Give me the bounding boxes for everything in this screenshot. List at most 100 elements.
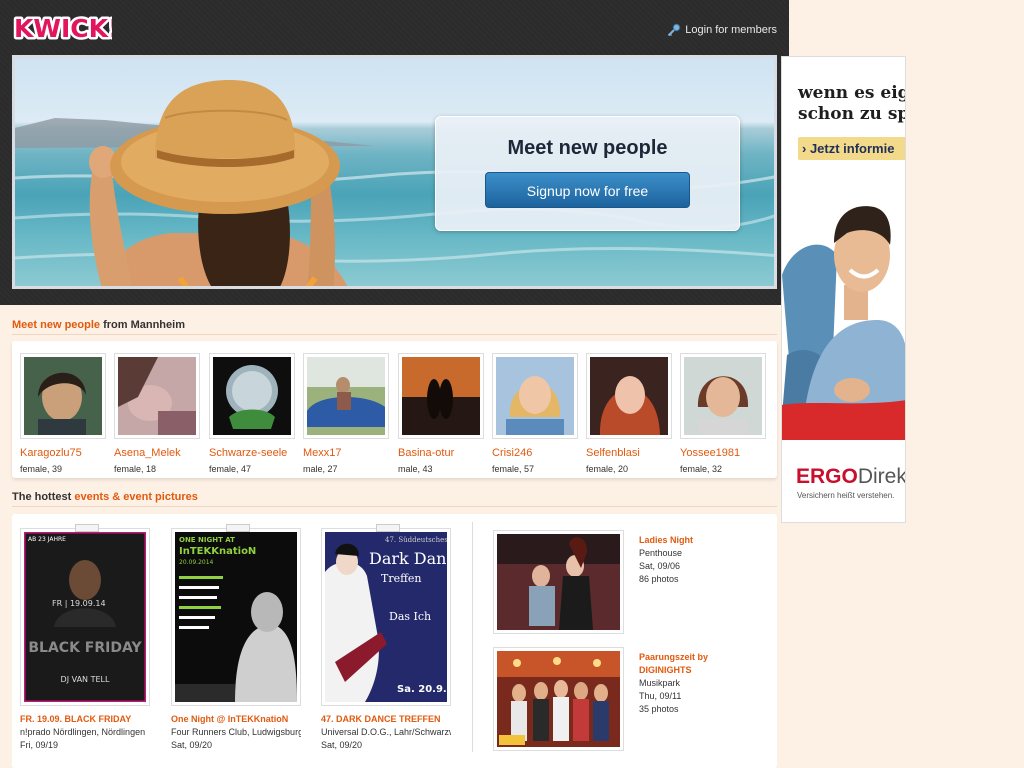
album-date: Thu, 09/11 xyxy=(639,691,682,701)
events-section-title: The hottest events & event pictures xyxy=(12,491,198,503)
svg-text:DJ VAN TELL: DJ VAN TELL xyxy=(61,675,110,684)
ad-info-button[interactable]: › Jetzt informie xyxy=(798,137,905,160)
person-info: female, 20 xyxy=(586,464,629,474)
profile-photo[interactable] xyxy=(24,357,102,435)
event-poster[interactable]: AB 23 JAHRE FR | 19.09.14 BLACK FRIDAY D… xyxy=(24,532,146,702)
svg-text:KWICK!: KWICK! xyxy=(14,14,112,43)
hero-banner: Meet new people Signup now for free xyxy=(12,55,777,289)
event-card[interactable]: 47. Süddeutsches Dark Dance Treffen Das … xyxy=(321,524,455,750)
album-photo-count: 86 photos xyxy=(639,574,679,584)
ad-dentist-photo xyxy=(782,175,905,440)
svg-text:Das Ich: Das Ich xyxy=(389,610,431,623)
svg-text:AB 23 JAHRE: AB 23 JAHRE xyxy=(28,536,66,543)
person-name[interactable]: Selfenblasi xyxy=(586,447,674,459)
signup-box: Meet new people Signup now for free xyxy=(435,116,740,231)
divider xyxy=(12,506,777,507)
person-card[interactable]: Crisi246 female, 57 xyxy=(492,353,580,474)
person-info: female, 47 xyxy=(209,464,252,474)
people-title-rest: from Mannheim xyxy=(100,319,185,331)
person-name[interactable]: Schwarze-seele xyxy=(209,447,297,459)
person-card[interactable]: Schwarze-seele female, 47 xyxy=(209,353,297,474)
person-card[interactable]: Basina-otur male, 43 xyxy=(398,353,486,474)
profile-photo[interactable] xyxy=(307,357,385,435)
person-name[interactable]: Karagozlu75 xyxy=(20,447,108,459)
profile-photo[interactable] xyxy=(590,357,668,435)
svg-text:Treffen: Treffen xyxy=(381,572,422,585)
album-photo-count: 35 photos xyxy=(639,704,679,714)
divider xyxy=(12,334,777,335)
login-link[interactable]: Login for members xyxy=(667,23,777,37)
person-info: female, 39 xyxy=(20,464,63,474)
person-info: female, 32 xyxy=(680,464,723,474)
person-card[interactable]: Asena_Melek female, 18 xyxy=(114,353,202,474)
profile-photo[interactable] xyxy=(496,357,574,435)
event-location: Universal D.O.G., Lahr/Schwarzwald xyxy=(321,727,451,737)
ad-headline-line1: wenn es eige xyxy=(798,83,905,103)
paper-clip xyxy=(75,524,99,532)
ergo-logo: ERGODirek xyxy=(796,465,906,488)
album-title[interactable]: Paarungszeit by DIGINIGHTS xyxy=(639,651,763,677)
album-cover-photo[interactable] xyxy=(497,651,620,747)
person-name[interactable]: Mexx17 xyxy=(303,447,391,459)
person-card[interactable]: Mexx17 male, 27 xyxy=(303,353,391,474)
column-separator xyxy=(472,522,473,752)
event-poster[interactable]: 47. Süddeutsches Dark Dance Treffen Das … xyxy=(325,532,447,702)
person-info: female, 18 xyxy=(114,464,157,474)
event-date: Fri, 09/19 xyxy=(20,740,59,750)
profile-photo[interactable] xyxy=(684,357,762,435)
person-name[interactable]: Yossee1981 xyxy=(680,447,768,459)
ad-headline: wenn es eige schon zu spä xyxy=(798,83,905,125)
person-card[interactable]: Yossee1981 female, 32 xyxy=(680,353,768,474)
album-place: Musikpark xyxy=(639,678,681,688)
signup-button[interactable]: Signup now for free xyxy=(485,172,690,208)
people-title-highlight[interactable]: Meet new people xyxy=(12,319,100,331)
event-title[interactable]: 47. DARK DANCE TREFFEN xyxy=(321,714,455,724)
event-date: Sat, 09/20 xyxy=(171,740,213,750)
album-place: Penthouse xyxy=(639,548,683,558)
svg-text:BLACK FRIDAY: BLACK FRIDAY xyxy=(28,640,142,656)
profile-photo[interactable] xyxy=(213,357,291,435)
ergo-advertisement[interactable]: wenn es eige schon zu spä › Jetzt inform… xyxy=(781,56,906,523)
svg-text:Sa. 20.9.: Sa. 20.9. xyxy=(397,684,447,695)
person-info: female, 57 xyxy=(492,464,535,474)
album-info: Ladies Night Penthouse Sat, 09/06 86 pho… xyxy=(639,534,693,586)
event-location: n!prado Nördlingen, Nördlingen xyxy=(20,727,146,737)
person-info: male, 27 xyxy=(303,464,338,474)
svg-text:FR | 19.09.14: FR | 19.09.14 xyxy=(52,599,106,608)
event-title[interactable]: One Night @ InTEKKnatioN xyxy=(171,714,305,724)
person-card[interactable]: Karagozlu75 female, 39 xyxy=(20,353,108,474)
key-icon xyxy=(668,23,681,37)
header: KWICK! KWICK! Login for members Meet new… xyxy=(0,0,789,305)
svg-text:20.09.2014: 20.09.2014 xyxy=(179,559,214,566)
ad-tagline: Versichern heißt verstehen. xyxy=(797,491,895,500)
event-poster[interactable]: ONE NIGHT AT InTEKKnatioN 20.09.2014 xyxy=(175,532,297,702)
svg-text:47. Süddeutsches: 47. Süddeutsches xyxy=(385,536,447,544)
album-title[interactable]: Ladies Night xyxy=(639,534,693,547)
event-title[interactable]: FR. 19.09. BLACK FRIDAY xyxy=(20,714,154,724)
event-date: Sat, 09/20 xyxy=(321,740,363,750)
event-card[interactable]: AB 23 JAHRE FR | 19.09.14 BLACK FRIDAY D… xyxy=(20,524,154,750)
profile-photo[interactable] xyxy=(402,357,480,435)
event-card[interactable]: ONE NIGHT AT InTEKKnatioN 20.09.2014 One… xyxy=(171,524,305,750)
person-name[interactable]: Basina-otur xyxy=(398,447,486,459)
person-name[interactable]: Asena_Melek xyxy=(114,447,202,459)
paper-clip xyxy=(226,524,250,532)
person-card[interactable]: Selfenblasi female, 20 xyxy=(586,353,674,474)
person-info: male, 43 xyxy=(398,464,433,474)
events-panel: AB 23 JAHRE FR | 19.09.14 BLACK FRIDAY D… xyxy=(12,514,777,768)
people-panel: Karagozlu75 female, 39 Asena_Melek femal… xyxy=(12,341,777,478)
profile-photo[interactable] xyxy=(118,357,196,435)
events-title-rest: The hottest xyxy=(12,491,75,503)
album-date: Sat, 09/06 xyxy=(639,561,681,571)
kwick-logo[interactable]: KWICK! KWICK! xyxy=(12,10,112,46)
svg-text:Dark Dance: Dark Dance xyxy=(369,549,447,568)
event-location: Four Runners Club, Ludwigsburg xyxy=(171,727,301,737)
album-cover-photo[interactable] xyxy=(497,534,620,630)
person-name[interactable]: Crisi246 xyxy=(492,447,580,459)
events-title-highlight[interactable]: events & event pictures xyxy=(74,491,198,503)
ad-headline-line2: schon zu spä xyxy=(798,104,905,124)
svg-text:InTEKKnatioN: InTEKKnatioN xyxy=(179,546,256,557)
svg-text:ONE NIGHT AT: ONE NIGHT AT xyxy=(179,536,235,544)
login-label: Login for members xyxy=(685,24,777,36)
people-section-title: Meet new people from Mannheim xyxy=(12,319,185,331)
